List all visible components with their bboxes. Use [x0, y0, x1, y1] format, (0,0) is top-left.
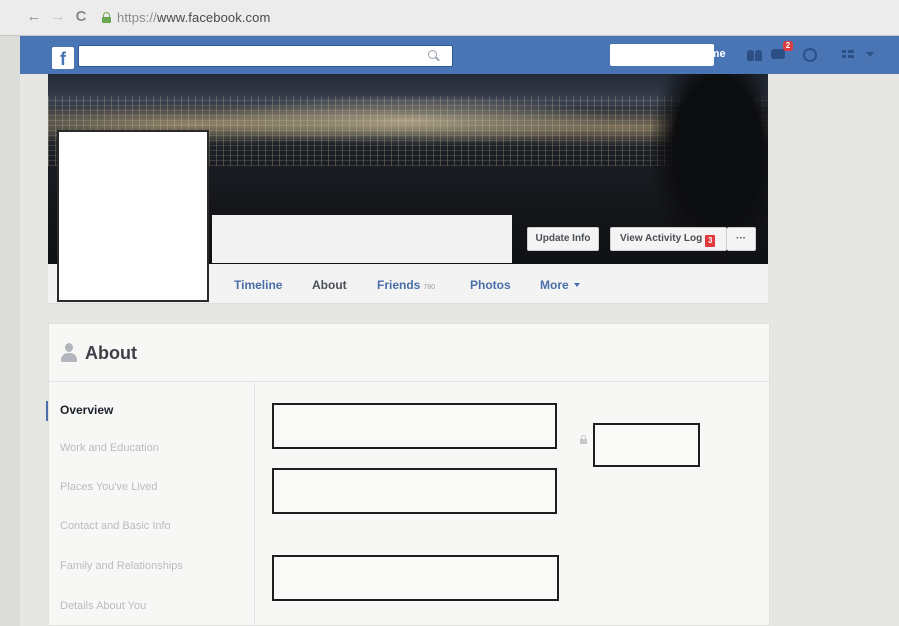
more-options-button[interactable]: ···: [727, 227, 756, 251]
privacy-shortcuts-icon[interactable]: [842, 50, 854, 59]
search-input[interactable]: [78, 45, 453, 67]
chevron-down-icon: [573, 283, 580, 287]
facebook-logo[interactable]: f: [52, 47, 74, 69]
friends-count: 780: [423, 284, 436, 291]
back-arrow-icon[interactable]: ←: [26, 9, 42, 25]
sidebar-item-details-about-you[interactable]: Details About You: [60, 600, 146, 612]
overview-field-3[interactable]: [272, 555, 559, 601]
home-link[interactable]: Home: [695, 48, 726, 60]
activity-log-label: View Activity Log: [620, 233, 703, 244]
browser-toolbar: ← → C https://www.facebook.com: [0, 0, 899, 36]
profile-picture[interactable]: [57, 130, 209, 302]
forward-arrow-icon[interactable]: →: [50, 9, 66, 25]
sidebar-item-family-relationships[interactable]: Family and Relationships: [60, 560, 183, 572]
sidebar-item-overview[interactable]: Overview: [60, 403, 113, 417]
right-gutter: [768, 74, 899, 626]
tab-friends-label: Friends: [377, 278, 421, 292]
section-gap: [48, 304, 768, 323]
about-header: About: [49, 324, 769, 382]
profile-name-box: [212, 215, 512, 263]
friend-requests-icon[interactable]: [747, 46, 765, 62]
messages-badge: 2: [783, 41, 793, 51]
tab-about[interactable]: About: [312, 278, 347, 292]
search-icon[interactable]: [428, 50, 440, 62]
sidebar-item-contact-info[interactable]: Contact and Basic Info: [60, 520, 171, 532]
tab-photos[interactable]: Photos: [470, 278, 511, 292]
notifications-globe-icon[interactable]: [803, 48, 817, 62]
about-sidebar: Overview Work and Education Places You'v…: [46, 383, 255, 626]
reload-icon[interactable]: C: [73, 9, 89, 25]
facebook-top-bar: f Home 2: [20, 36, 899, 74]
activity-log-badge: 3: [705, 235, 716, 247]
url-host: www.facebook.com: [156, 10, 271, 25]
sidebar-item-work-and-education[interactable]: Work and Education: [60, 442, 159, 454]
about-title: About: [85, 343, 137, 363]
address-bar[interactable]: https://www.facebook.com: [117, 10, 270, 25]
tab-more-label: More: [540, 278, 569, 292]
overview-field-1[interactable]: [272, 403, 557, 449]
view-activity-log-button[interactable]: View Activity Log 3: [610, 227, 727, 251]
left-gutter: [20, 74, 48, 626]
tab-friends[interactable]: Friends 780: [377, 278, 435, 292]
tab-timeline[interactable]: Timeline: [234, 278, 282, 292]
overview-side-field[interactable]: [593, 423, 700, 467]
sidebar-item-places-lived[interactable]: Places You've Lived: [60, 481, 158, 493]
person-icon: [60, 343, 78, 363]
lock-icon: [102, 12, 111, 23]
account-menu-caret-icon[interactable]: [866, 52, 874, 57]
overview-field-2[interactable]: [272, 468, 557, 514]
update-info-button[interactable]: Update Info: [527, 227, 599, 251]
active-indicator: [46, 401, 48, 421]
url-scheme: https://: [117, 10, 157, 25]
privacy-lock-icon: [580, 435, 587, 444]
tab-more[interactable]: More: [540, 278, 580, 292]
